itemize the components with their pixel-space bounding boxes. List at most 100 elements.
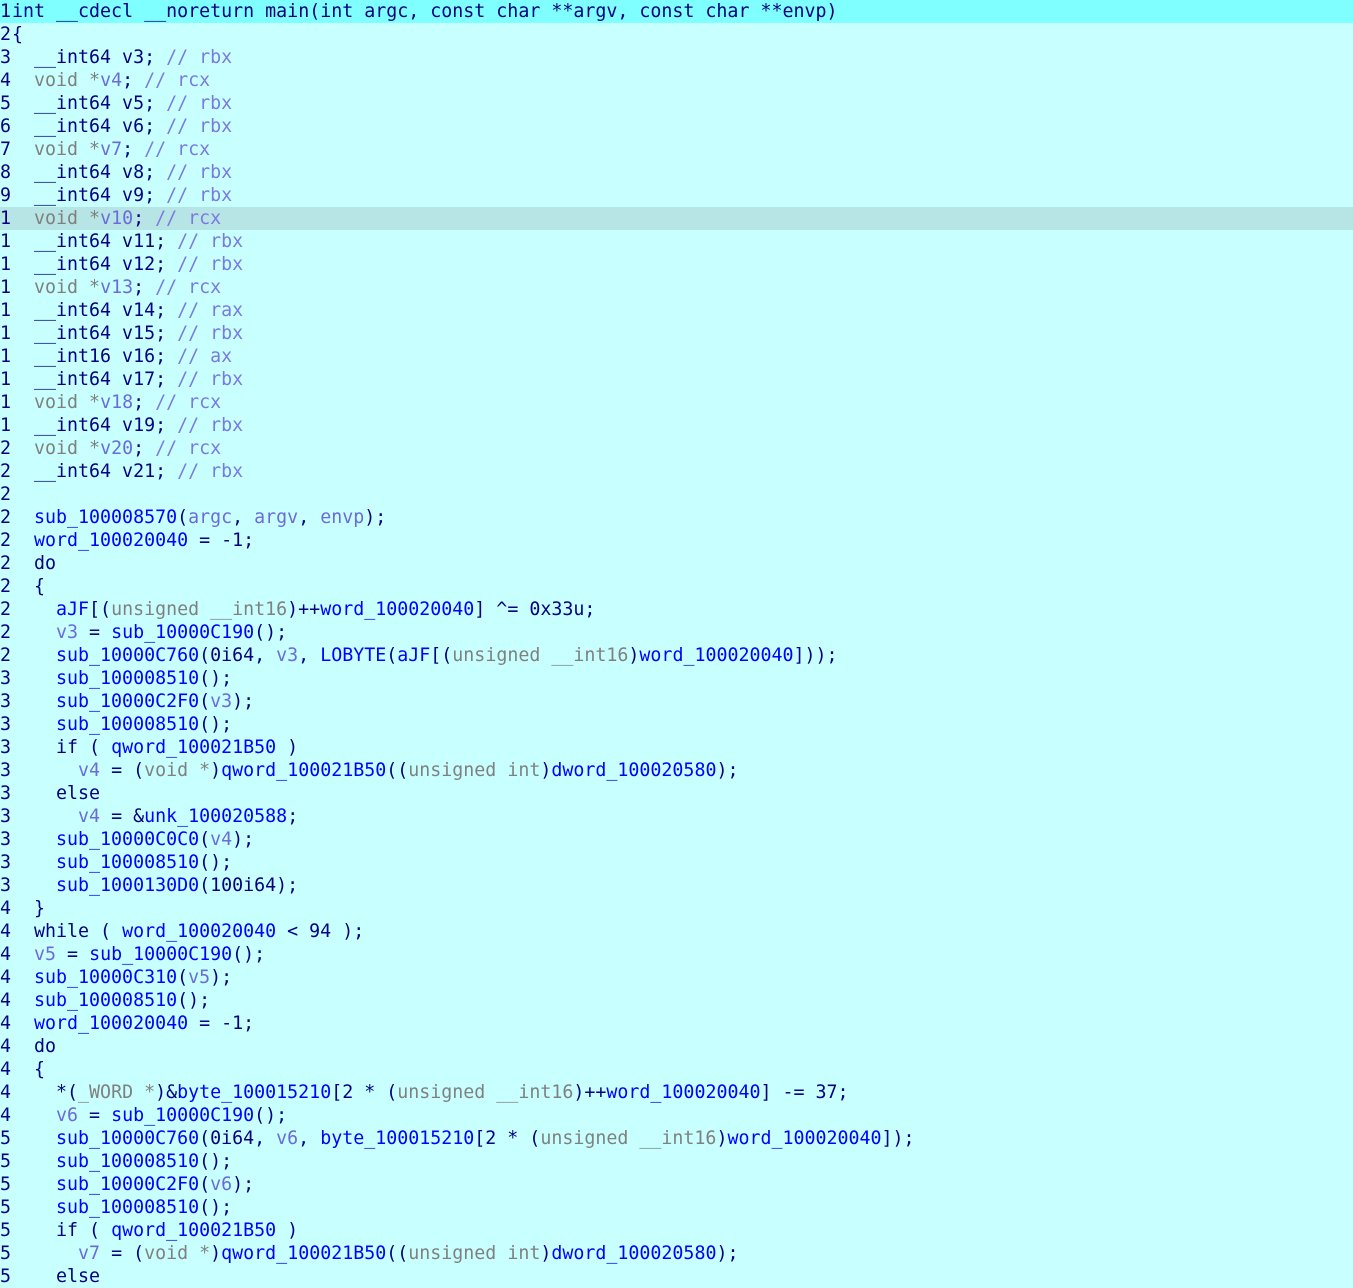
code-line[interactable]: 9 __int64 v9; // rbx	[0, 184, 1353, 207]
variable-token[interactable]: v6	[12, 1105, 78, 1126]
identifier-token[interactable]: word_100020040	[606, 1082, 760, 1103]
identifier-token[interactable]: word_100020040	[639, 645, 793, 666]
variable-token[interactable]: v13	[100, 277, 133, 298]
code-line[interactable]: 50 sub_10000C760(0i64, v6, byte_10001521…	[0, 1127, 1353, 1150]
pseudocode-view[interactable]: 1 int __cdecl __noreturn main(int argc, c…	[0, 0, 1353, 1287]
code-line[interactable]: 5 __int64 v5; // rbx	[0, 92, 1353, 115]
code-line[interactable]: 19 __int64 v19; // rbx	[0, 414, 1353, 437]
variable-token[interactable]: v20	[100, 438, 133, 459]
code-line[interactable]: 51 sub_100008510();	[0, 1150, 1353, 1173]
identifier-token[interactable]: sub_10000C760	[12, 645, 199, 666]
code-line[interactable]: 23 sub_100008570(argc, argv, envp);	[0, 506, 1353, 529]
identifier-token[interactable]: sub_100008510	[12, 668, 199, 689]
identifier-token[interactable]: dword_100020580	[551, 760, 716, 781]
code-line[interactable]: 55 v7 = (void *)qword_100021B50((unsigne…	[0, 1242, 1353, 1265]
code-line[interactable]: 21 __int64 v21; // rbx	[0, 460, 1353, 483]
code-line[interactable]: 53 sub_100008510();	[0, 1196, 1353, 1219]
code-line[interactable]: 44 sub_100008510();	[0, 989, 1353, 1012]
code-line[interactable]: 54 if ( qword_100021B50 )	[0, 1219, 1353, 1242]
code-line[interactable]: 27 aJF[(unsigned __int16)++word_10002004…	[0, 598, 1353, 621]
identifier-token[interactable]: sub_10000C190	[89, 944, 232, 965]
code-line[interactable]: 33 if ( qword_100021B50 )	[0, 736, 1353, 759]
variable-token[interactable]: v3	[210, 691, 232, 712]
identifier-token[interactable]: sub_100008510	[12, 714, 199, 735]
code-line[interactable]: 31 sub_10000C2F0(v3);	[0, 690, 1353, 713]
code-line[interactable]: 13 void *v13; // rcx	[0, 276, 1353, 299]
code-line[interactable]: 6 __int64 v6; // rbx	[0, 115, 1353, 138]
identifier-token[interactable]: sub_10000C2F0	[12, 691, 199, 712]
code-line[interactable]: 22	[0, 483, 1353, 506]
code-line[interactable]: 36 v4 = &unk_100020588;	[0, 805, 1353, 828]
code-line[interactable]: 15 __int64 v15; // rbx	[0, 322, 1353, 345]
code-line[interactable]: 28 v3 = sub_10000C190();	[0, 621, 1353, 644]
identifier-token[interactable]: aJF	[397, 645, 430, 666]
code-line[interactable]: 18 void *v18; // rcx	[0, 391, 1353, 414]
identifier-token[interactable]: word_100020040	[727, 1128, 881, 1149]
code-line[interactable]: 16 __int16 v16; // ax	[0, 345, 1353, 368]
variable-token[interactable]: envp	[320, 507, 364, 528]
code-line[interactable]: 49 v6 = sub_10000C190();	[0, 1104, 1353, 1127]
identifier-token[interactable]: word_100020040	[12, 530, 188, 551]
code-line[interactable]: 39 sub_1000130D0(100i64);	[0, 874, 1353, 897]
code-line[interactable]: 47 {	[0, 1058, 1353, 1081]
identifier-token[interactable]: qword_100021B50	[221, 760, 386, 781]
variable-token[interactable]: v10	[100, 208, 133, 229]
code-line[interactable]: 12 __int64 v12; // rbx	[0, 253, 1353, 276]
identifier-token[interactable]: sub_10000C190	[111, 1105, 254, 1126]
code-line[interactable]: 1 int __cdecl __noreturn main(int argc, c…	[0, 0, 1353, 23]
code-line[interactable]: 4 void *v4; // rcx	[0, 69, 1353, 92]
code-line[interactable]: 41 while ( word_100020040 < 94 );	[0, 920, 1353, 943]
code-line[interactable]: 11 __int64 v11; // rbx	[0, 230, 1353, 253]
identifier-token[interactable]: LOBYTE	[320, 645, 386, 666]
variable-token[interactable]: v3	[12, 622, 78, 643]
identifier-token[interactable]: sub_1000130D0	[12, 875, 199, 896]
code-line[interactable]: 42 v5 = sub_10000C190();	[0, 943, 1353, 966]
variable-token[interactable]: v4	[210, 829, 232, 850]
code-line[interactable]: 25 do	[0, 552, 1353, 575]
variable-token[interactable]: argc	[188, 507, 232, 528]
identifier-token[interactable]: byte_100015210	[177, 1082, 331, 1103]
variable-token[interactable]: v18	[100, 392, 133, 413]
code-line[interactable]: 34 v4 = (void *)qword_100021B50((unsigne…	[0, 759, 1353, 782]
identifier-token[interactable]: qword_100021B50	[111, 1220, 276, 1241]
identifier-token[interactable]: word_100020040	[12, 1013, 188, 1034]
identifier-token[interactable]: sub_10000C310	[12, 967, 177, 988]
code-line[interactable]: 32 sub_100008510();	[0, 713, 1353, 736]
variable-token[interactable]: v7	[100, 139, 122, 160]
variable-token[interactable]: v4	[12, 806, 100, 827]
code-line[interactable]: 38 sub_100008510();	[0, 851, 1353, 874]
identifier-token[interactable]: sub_100008510	[12, 990, 177, 1011]
variable-token[interactable]: v4	[12, 760, 100, 781]
identifier-token[interactable]: sub_100008510	[12, 1197, 199, 1218]
code-line[interactable]: 37 sub_10000C0C0(v4);	[0, 828, 1353, 851]
code-line[interactable]: 2{	[0, 23, 1353, 46]
code-line[interactable]: 7 void *v7; // rcx	[0, 138, 1353, 161]
code-line[interactable]: 8 __int64 v8; // rbx	[0, 161, 1353, 184]
code-line[interactable]: 40 }	[0, 897, 1353, 920]
code-line[interactable]: 17 __int64 v17; // rbx	[0, 368, 1353, 391]
variable-token[interactable]: v5	[12, 944, 56, 965]
code-line[interactable]: 43 sub_10000C310(v5);	[0, 966, 1353, 989]
identifier-token[interactable]: sub_10000C760	[12, 1128, 199, 1149]
code-line[interactable]: 26 {	[0, 575, 1353, 598]
variable-token[interactable]: argv	[254, 507, 298, 528]
variable-token[interactable]: v7	[12, 1243, 100, 1264]
identifier-token[interactable]: word_100020040	[320, 599, 474, 620]
variable-token[interactable]: v6	[210, 1174, 232, 1195]
variable-token[interactable]: v6	[276, 1128, 298, 1149]
variable-token[interactable]: v5	[188, 967, 210, 988]
variable-token[interactable]: v3	[276, 645, 298, 666]
identifier-token[interactable]: byte_100015210	[320, 1128, 474, 1149]
identifier-token[interactable]: sub_10000C2F0	[12, 1174, 199, 1195]
identifier-token[interactable]: word_100020040	[122, 921, 276, 942]
code-line[interactable]: 48 *(_WORD *)&byte_100015210[2 * (unsign…	[0, 1081, 1353, 1104]
code-line[interactable]: 24 word_100020040 = -1;	[0, 529, 1353, 552]
identifier-token[interactable]: sub_10000C0C0	[12, 829, 199, 850]
identifier-token[interactable]: sub_100008510	[12, 852, 199, 873]
identifier-token[interactable]: sub_10000C190	[111, 622, 254, 643]
identifier-token[interactable]: aJF	[12, 599, 89, 620]
variable-token[interactable]: v4	[100, 70, 122, 91]
code-line[interactable]: 35 else	[0, 782, 1353, 805]
identifier-token[interactable]: sub_100008570	[12, 507, 177, 528]
identifier-token[interactable]: dword_100020580	[551, 1243, 716, 1264]
